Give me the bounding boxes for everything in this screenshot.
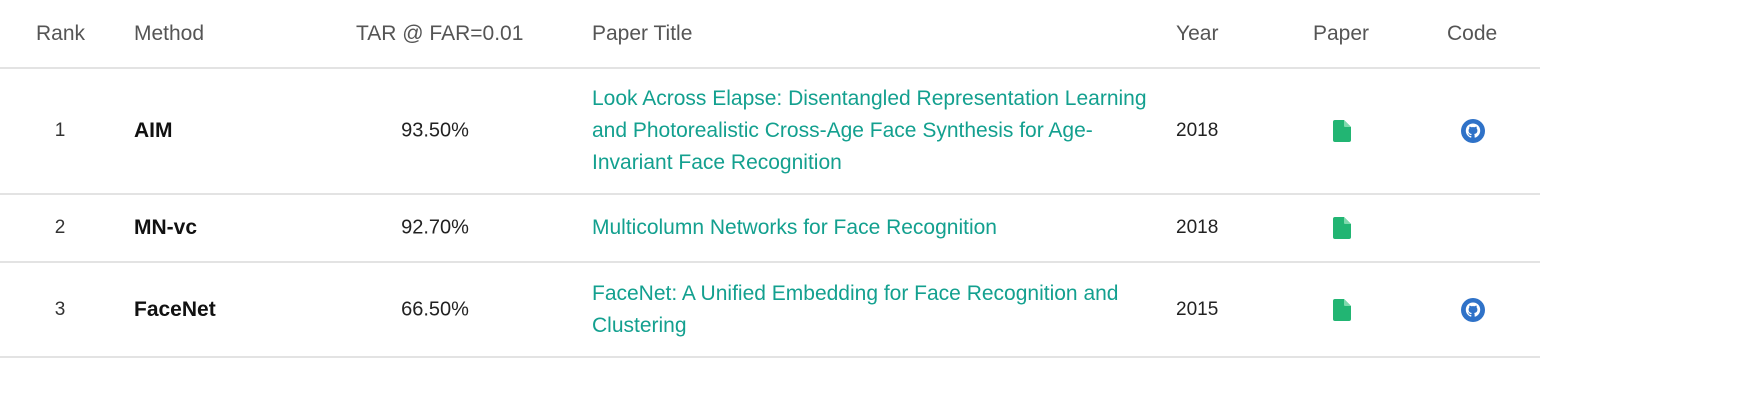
github-icon[interactable] (1461, 119, 1485, 143)
year-cell: 2015 (1176, 298, 1219, 320)
github-icon[interactable] (1461, 297, 1485, 322)
table-row: 1 AIM 93.50% Look Across Elapse: Disenta… (0, 69, 1540, 195)
header-paper-title: Paper Title (592, 22, 693, 45)
file-icon[interactable] (1333, 217, 1351, 239)
header-paper: Paper (1313, 22, 1370, 45)
header-year: Year (1176, 22, 1219, 45)
paper-title-link[interactable]: Multicolumn Networks for Face Recognitio… (592, 212, 1162, 244)
rank-cell: 3 (54, 298, 66, 320)
rank-cell: 2 (54, 217, 66, 238)
method-cell: AIM (134, 119, 173, 142)
score-cell: 92.70% (401, 216, 469, 239)
header-metric: TAR @ FAR=0.01 (356, 22, 524, 45)
rank-cell: 1 (54, 120, 66, 141)
score-cell: 93.50% (401, 119, 469, 142)
table-row: 2 MN-vc 92.70% Multicolumn Networks for … (0, 195, 1540, 263)
leaderboard-table: Rank Method TAR @ FAR=0.01 Paper Title Y… (0, 0, 1540, 358)
header-method: Method (134, 22, 205, 45)
table-header: Rank Method TAR @ FAR=0.01 Paper Title Y… (0, 0, 1540, 69)
header-rank: Rank (36, 22, 86, 45)
header-code: Code (1447, 22, 1498, 45)
file-icon[interactable] (1333, 120, 1351, 142)
year-cell: 2018 (1176, 120, 1219, 141)
paper-title-link[interactable]: Look Across Elapse: Disentangled Represe… (592, 83, 1162, 179)
method-cell: FaceNet (134, 297, 216, 321)
file-icon[interactable] (1333, 298, 1351, 321)
score-cell: 66.50% (401, 298, 469, 320)
table-row: 3 FaceNet 66.50% FaceNet: A Unified Embe… (0, 263, 1540, 358)
paper-title-link[interactable]: FaceNet: A Unified Embedding for Face Re… (592, 278, 1162, 342)
year-cell: 2018 (1176, 217, 1219, 238)
method-cell: MN-vc (134, 216, 198, 239)
